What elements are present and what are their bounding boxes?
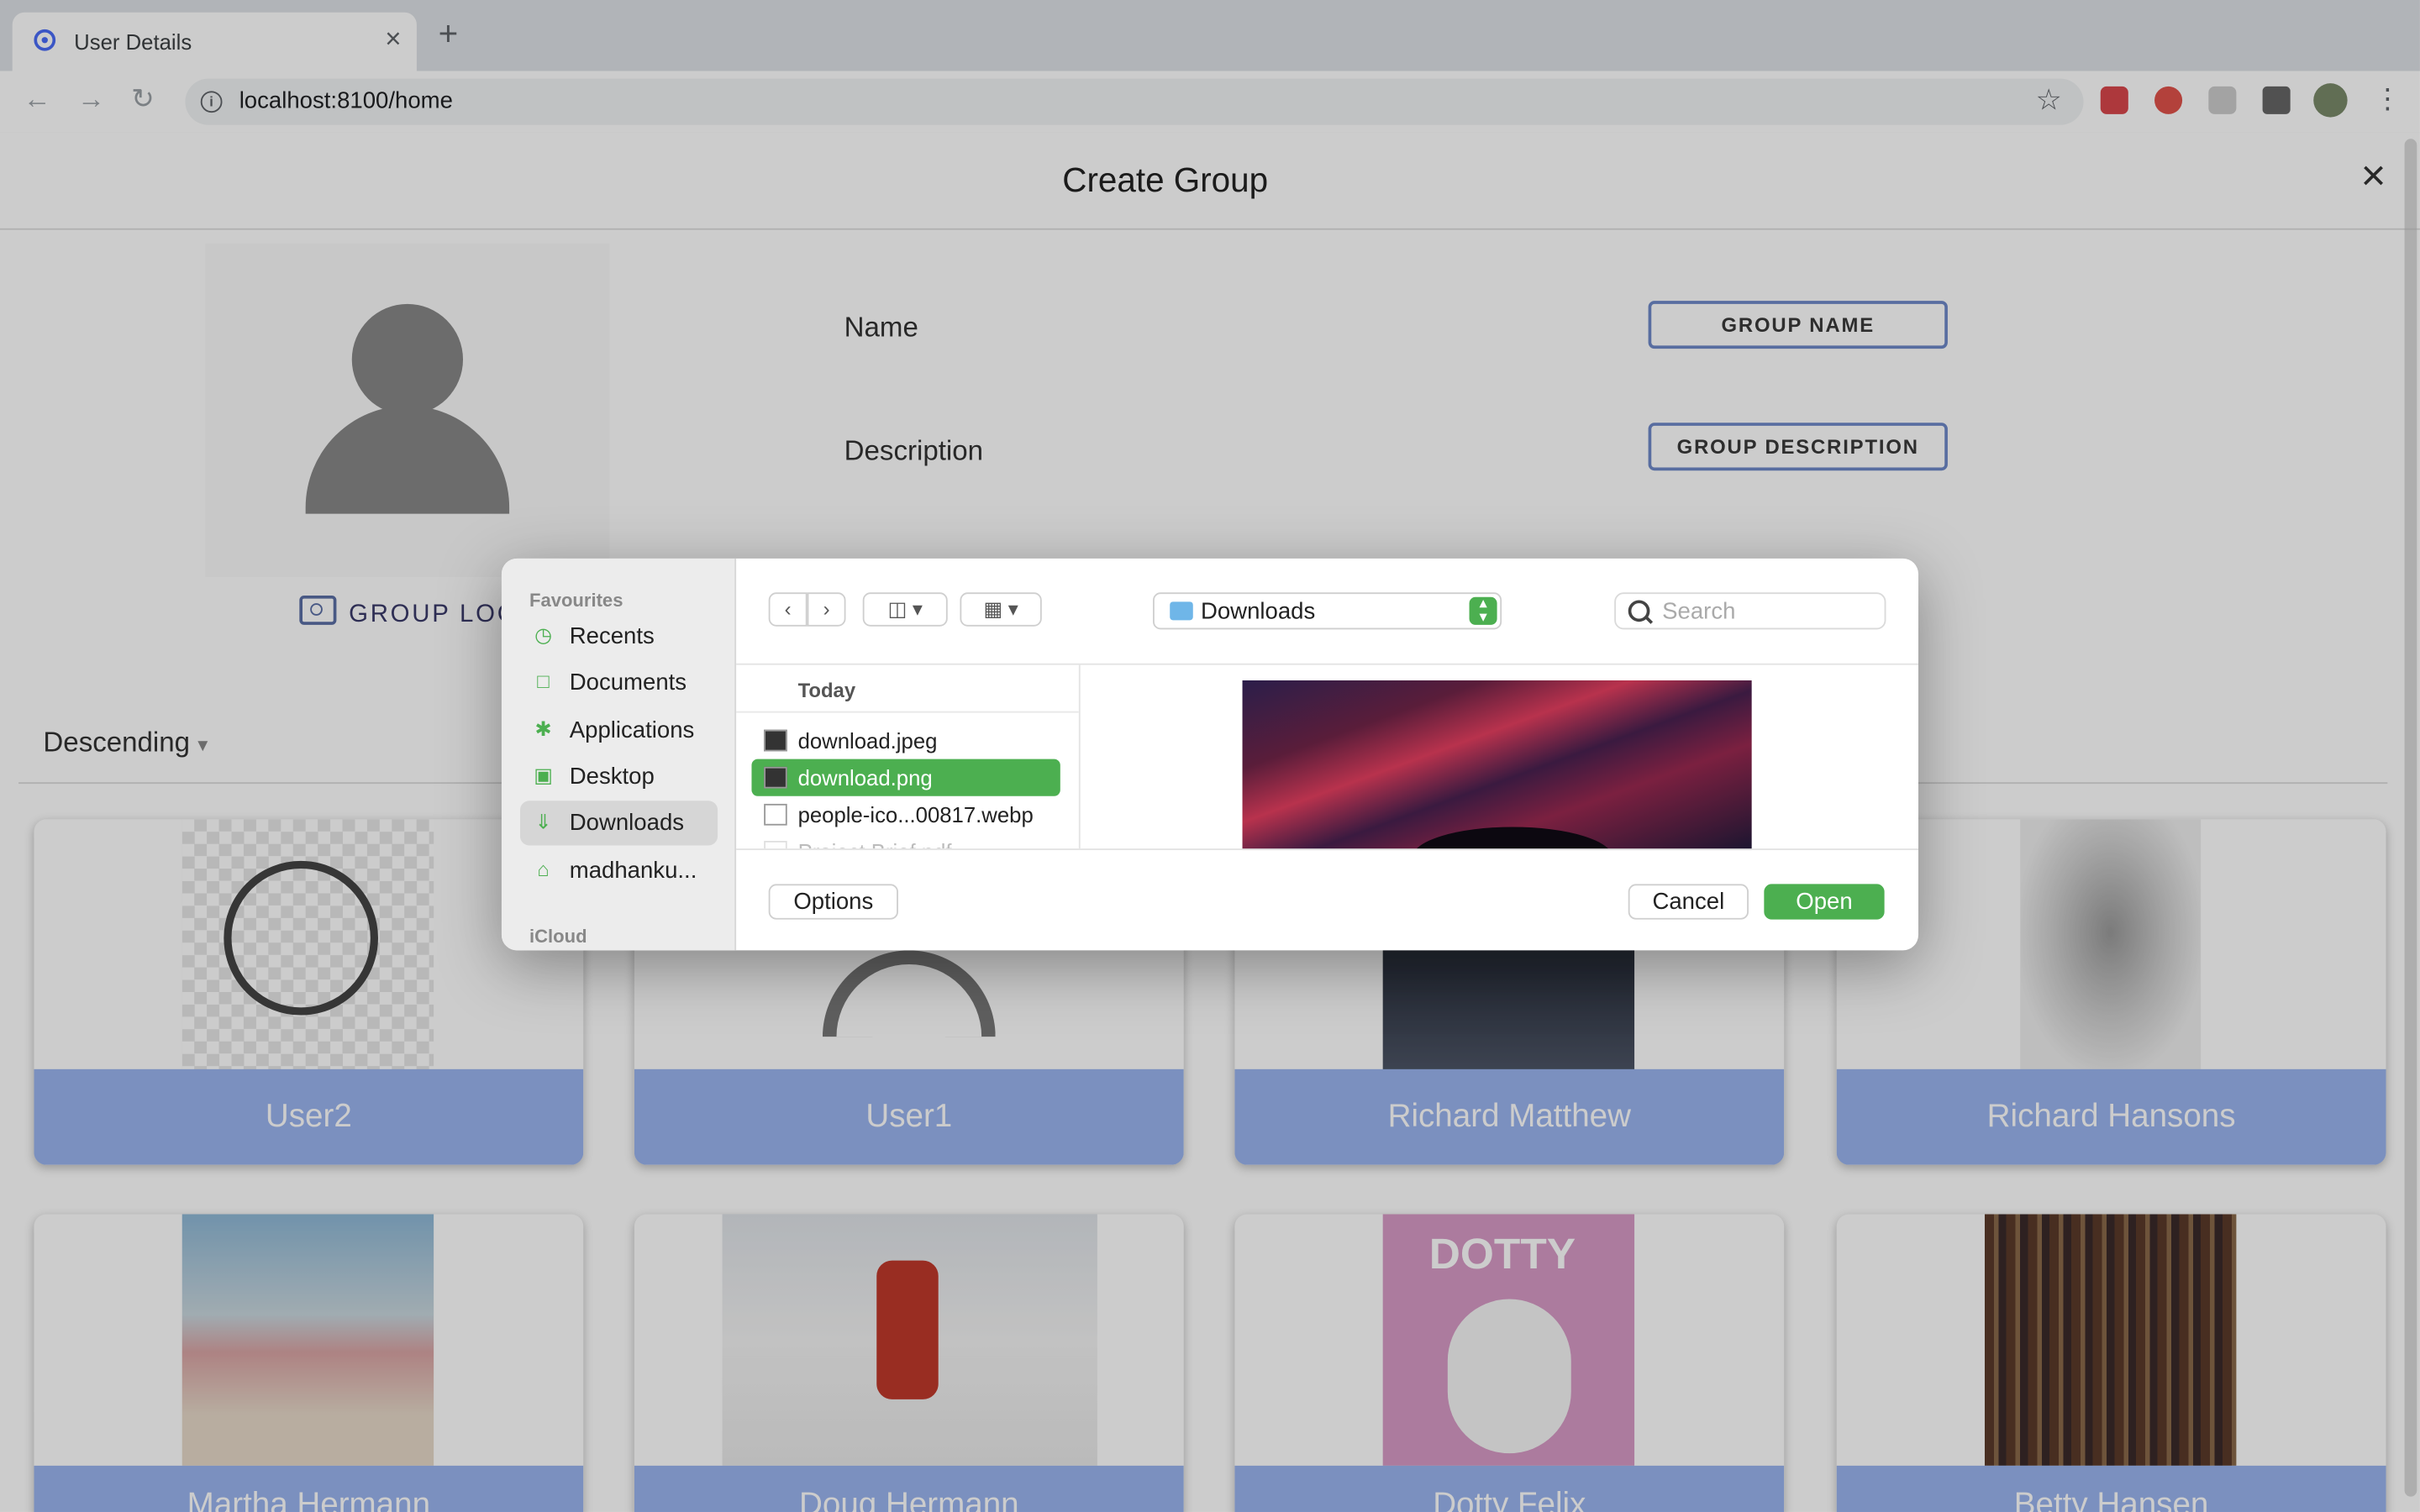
sidebar-item-downloads[interactable]: ⇓ Downloads [519,801,718,846]
sidebar-item-home[interactable]: ⌂ madhanku... [520,848,718,893]
list-heading: Today [797,679,856,702]
file-item[interactable]: Project Brief.pdf [751,833,1060,849]
clock-icon: ◷ [534,623,552,647]
sidebar-item-label: madhanku... [569,858,697,885]
divider [736,711,1079,713]
applications-icon: ✱ [534,717,552,741]
favourites-heading: Favourites [529,589,623,612]
file-list: Today download.jpeg download.png people-… [736,664,1081,849]
download-icon: ⇓ [534,810,552,833]
image-file-icon [764,766,787,789]
sidebar-item-label: Recents [569,623,655,650]
finder-sidebar: Favourites ◷ Recents □ Documents ✱ Appli… [501,558,737,951]
back-chevron-icon[interactable]: ‹ [768,592,808,627]
file-name: Project Brief.pdf [798,839,952,848]
search-placeholder: Search [1662,598,1736,625]
sidebar-item-label: Applications [569,717,695,744]
dialog-toolbar: ‹ › ◫ ▾ ▦ ▾ Downloads ▴ ▾ Search [736,559,1919,665]
image-file-icon [764,729,787,752]
file-name: download.jpeg [797,727,938,753]
file-item-selected[interactable]: download.png [751,759,1060,796]
location-dropdown[interactable]: Downloads ▴ ▾ [1153,592,1502,630]
dialog-footer: Options Cancel Open [736,848,1919,950]
folder-icon [1170,601,1193,621]
document-icon: □ [537,669,550,693]
up-down-chevron-icon: ▴ ▾ [1469,596,1497,626]
options-button[interactable]: Options [768,884,898,920]
file-picker-dialog: Favourites ◷ Recents □ Documents ✱ Appli… [501,558,1919,951]
sidebar-item-documents[interactable]: □ Documents [520,660,718,705]
sidebar-item-label: Documents [569,669,687,696]
screen: User Details × + ← → ↻ i localhost:8100/… [0,0,2420,1512]
sidebar-item-label: Desktop [569,764,655,790]
desktop-icon: ▣ [534,764,553,787]
grid-view-button[interactable]: ▦ ▾ [960,592,1042,627]
file-item[interactable]: download.jpeg [751,722,1060,759]
file-preview-image [1242,680,1752,851]
home-icon: ⌂ [537,858,550,881]
file-name: people-ico...00817.webp [797,802,1034,827]
file-item[interactable]: people-ico...00817.webp [751,796,1060,833]
open-button[interactable]: Open [1764,884,1885,920]
file-name: download.png [797,765,933,790]
search-field[interactable]: Search [1614,592,1886,630]
pdf-file-icon [764,841,787,849]
cancel-button[interactable]: Cancel [1628,884,1749,920]
search-icon [1628,600,1650,622]
forward-chevron-icon[interactable]: › [807,592,846,627]
column-view-button[interactable]: ◫ ▾ [862,592,948,627]
sidebar-item-label: Downloads [569,810,685,837]
sidebar-item-applications[interactable]: ✱ Applications [520,708,718,753]
location-label: Downloads [1200,598,1316,625]
page-scrollbar[interactable] [2404,139,2417,1497]
sidebar-item-desktop[interactable]: ▣ Desktop [520,754,718,799]
icloud-heading: iCloud [529,926,587,948]
sidebar-item-recents[interactable]: ◷ Recents [520,614,718,659]
webp-file-icon [764,803,787,826]
